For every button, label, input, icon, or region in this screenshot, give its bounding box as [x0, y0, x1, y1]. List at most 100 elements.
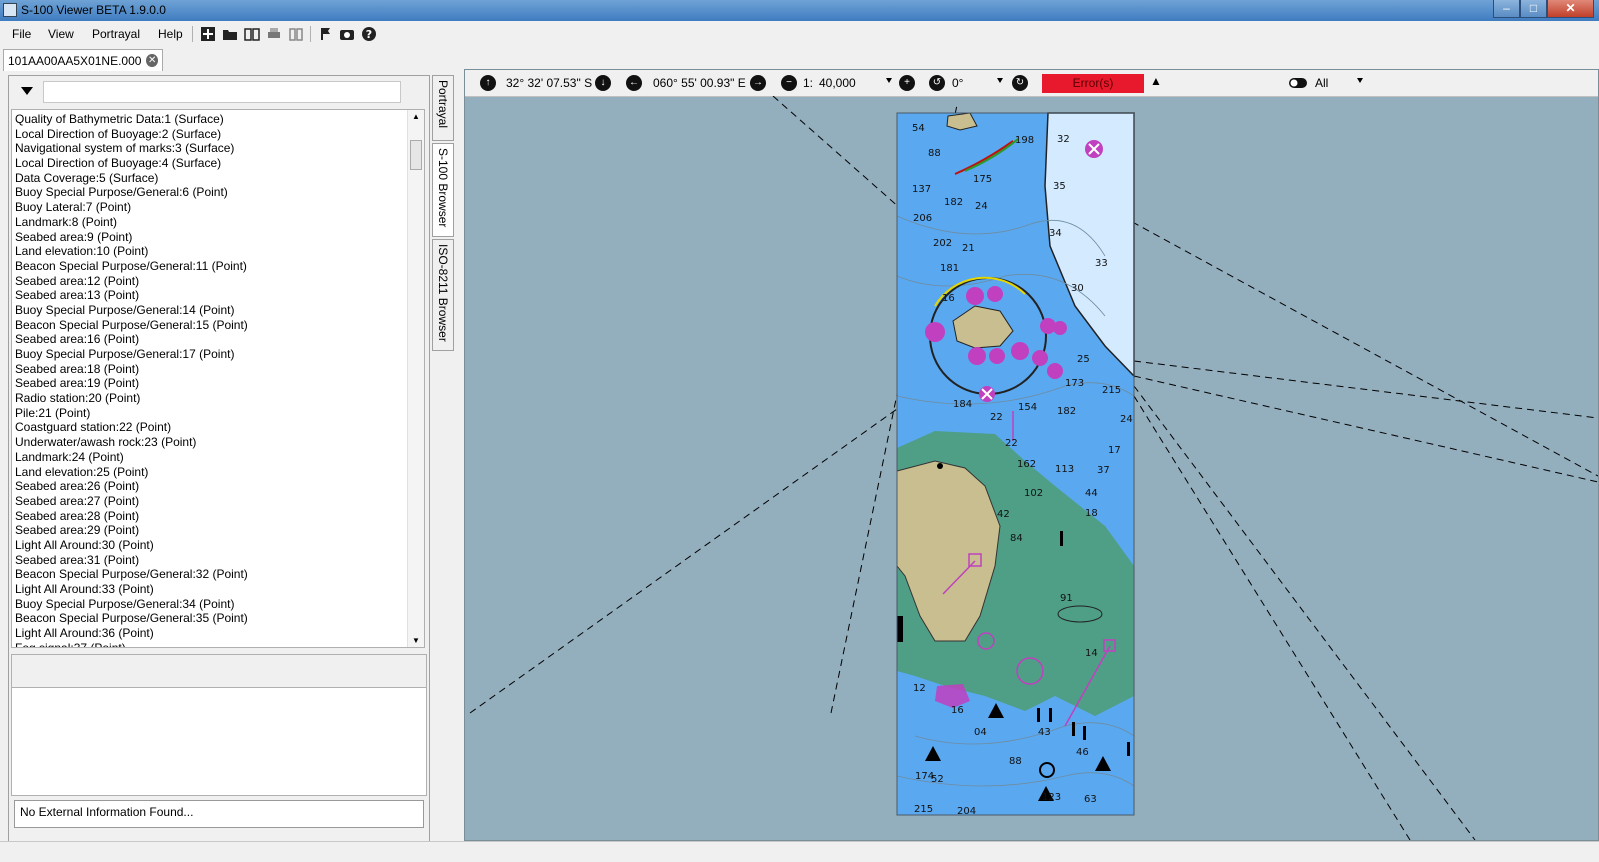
scale-dropdown-icon[interactable] — [886, 78, 892, 83]
sounding-label: 14 — [1085, 648, 1098, 659]
help-icon[interactable]: ? — [360, 25, 378, 43]
zoom-out-icon[interactable]: − — [781, 75, 797, 91]
close-window-button[interactable]: ✕ — [1547, 0, 1594, 18]
open-book-icon[interactable] — [243, 25, 261, 43]
minimize-button[interactable]: – — [1493, 0, 1520, 18]
close-tab-icon[interactable]: ✕ — [146, 54, 158, 67]
list-item[interactable]: Seabed area:29 (Point) — [15, 523, 424, 538]
error-indicator[interactable]: Error(s) — [1042, 74, 1144, 93]
list-item[interactable]: Local Direction of Buoyage:4 (Surface) — [15, 156, 424, 171]
list-item[interactable]: Beacon Special Purpose/General:11 (Point… — [15, 259, 424, 274]
list-item[interactable]: Buoy Special Purpose/General:34 (Point) — [15, 597, 424, 612]
tab-s100-browser[interactable]: S-100 Browser — [432, 143, 454, 237]
list-item[interactable]: Fog signal:37 (Point) — [15, 641, 424, 647]
sounding-label: 04 — [974, 727, 987, 738]
sounding-label: 173 — [1065, 378, 1084, 389]
filter-input[interactable] — [43, 81, 401, 103]
list-item[interactable]: Light All Around:33 (Point) — [15, 582, 424, 597]
list-item[interactable]: Pile:21 (Point) — [15, 406, 424, 421]
zoom-in-icon[interactable]: + — [899, 75, 915, 91]
filter-dropdown-icon[interactable] — [1357, 78, 1363, 83]
sounding-label: 43 — [1038, 727, 1051, 738]
list-item[interactable]: Landmark:8 (Point) — [15, 215, 424, 230]
scale-select[interactable]: 40,000 — [819, 76, 856, 90]
dropdown-arrow-icon[interactable] — [21, 87, 33, 95]
map-view[interactable]: ↑ 32° 32' 07.53" S ↓ ← 060° 55' 00.93" E… — [464, 69, 1599, 841]
filter-select[interactable]: All — [1315, 76, 1328, 90]
list-item[interactable]: Beacon Special Purpose/General:15 (Point… — [15, 318, 424, 333]
print-icon[interactable] — [265, 25, 283, 43]
list-item[interactable]: Underwater/awash rock:23 (Point) — [15, 435, 424, 450]
list-item[interactable]: Beacon Special Purpose/General:32 (Point… — [15, 567, 424, 582]
sounding-label: 16 — [942, 293, 955, 304]
scroll-up-icon[interactable]: ▲ — [412, 112, 420, 121]
new-icon[interactable] — [199, 25, 217, 43]
sounding-label: 34 — [1049, 228, 1062, 239]
scroll-down-icon[interactable]: ▼ — [412, 636, 420, 645]
list-item[interactable]: Buoy Special Purpose/General:14 (Point) — [15, 303, 424, 318]
arrow-left-icon[interactable]: ← — [626, 75, 642, 91]
tab-portrayal-label: Portrayal — [436, 80, 450, 129]
scroll-thumb[interactable] — [410, 140, 422, 170]
catalogue-icon[interactable] — [287, 25, 305, 43]
sounding-label: 175 — [973, 174, 992, 185]
rotate-icon[interactable]: ↺ — [929, 75, 945, 91]
list-item[interactable]: Local Direction of Buoyage:2 (Surface) — [15, 127, 424, 142]
camera-icon[interactable] — [338, 25, 356, 43]
nautical-chart[interactable]: 54 88 137 182 206 24 21 202 181 16 175 198 32 35 34 33 3… — [465, 96, 1598, 840]
document-tab-label: 101AA00AA5X01NE.000 — [8, 53, 142, 68]
list-item[interactable]: Beacon Special Purpose/General:35 (Point… — [15, 611, 424, 626]
list-item[interactable]: Land elevation:25 (Point) — [15, 465, 424, 480]
list-item[interactable]: Seabed area:27 (Point) — [15, 494, 424, 509]
document-tab[interactable]: 101AA00AA5X01NE.000 ✕ — [3, 49, 163, 71]
reset-rotation-icon[interactable]: ↻ — [1012, 75, 1028, 91]
feature-list[interactable]: Quality of Bathymetric Data:1 (Surface) L… — [11, 109, 425, 648]
maximize-button[interactable]: □ — [1520, 0, 1547, 18]
arrow-up-icon[interactable]: ↑ — [480, 75, 496, 91]
list-item[interactable]: Quality of Bathymetric Data:1 (Surface) — [15, 112, 424, 127]
sounding-label: 102 — [1024, 488, 1043, 499]
sounding-label: 35 — [1053, 181, 1066, 192]
sounding-label: 215 — [914, 804, 933, 815]
tab-iso8211-browser[interactable]: ISO-8211 Browser — [432, 239, 454, 351]
list-item[interactable]: Seabed area:13 (Point) — [15, 288, 424, 303]
list-item[interactable]: Light All Around:36 (Point) — [15, 626, 424, 641]
list-item[interactable]: Buoy Lateral:7 (Point) — [15, 200, 424, 215]
error-expand-icon[interactable]: ▲ — [1150, 74, 1162, 88]
flag-icon[interactable] — [316, 25, 334, 43]
menu-portrayal[interactable]: Portrayal — [92, 27, 140, 41]
menu-file[interactable]: File — [12, 27, 31, 41]
menu-bar: File View Portrayal Help ? — [0, 21, 1599, 47]
list-item[interactable]: Seabed area:19 (Point) — [15, 376, 424, 391]
list-item[interactable]: Seabed area:31 (Point) — [15, 553, 424, 568]
tab-portrayal[interactable]: Portrayal — [432, 75, 454, 141]
feature-list-scrollbar[interactable]: ▲ ▼ — [407, 110, 424, 647]
list-item[interactable]: Landmark:24 (Point) — [15, 450, 424, 465]
list-item[interactable]: Seabed area:9 (Point) — [15, 230, 424, 245]
list-item[interactable]: Light All Around:30 (Point) — [15, 538, 424, 553]
menu-help[interactable]: Help — [158, 27, 183, 41]
svg-text:?: ? — [366, 28, 372, 41]
list-item[interactable]: Seabed area:18 (Point) — [15, 362, 424, 377]
list-item[interactable]: Seabed area:26 (Point) — [15, 479, 424, 494]
list-item[interactable]: Seabed area:28 (Point) — [15, 509, 424, 524]
rotation-dropdown-icon[interactable] — [997, 78, 1003, 83]
list-item[interactable]: Coastguard station:22 (Point) — [15, 420, 424, 435]
list-item[interactable]: Buoy Special Purpose/General:6 (Point) — [15, 185, 424, 200]
status-bar — [0, 841, 1599, 862]
arrow-right-icon[interactable]: → — [750, 75, 766, 91]
list-item[interactable]: Data Coverage:5 (Surface) — [15, 171, 424, 186]
list-item[interactable]: Navigational system of marks:3 (Surface) — [15, 141, 424, 156]
list-item[interactable]: Seabed area:16 (Point) — [15, 332, 424, 347]
list-item[interactable]: Buoy Special Purpose/General:17 (Point) — [15, 347, 424, 362]
toggle-icon[interactable] — [1289, 78, 1307, 88]
app-icon — [3, 3, 17, 17]
list-item[interactable]: Seabed area:12 (Point) — [15, 274, 424, 289]
list-item[interactable]: Land elevation:10 (Point) — [15, 244, 424, 259]
rotation-select[interactable]: 0° — [952, 76, 963, 90]
list-item[interactable]: Radio station:20 (Point) — [15, 391, 424, 406]
menu-view[interactable]: View — [48, 27, 74, 41]
sounding-label: 182 — [944, 197, 963, 208]
arrow-down-icon[interactable]: ↓ — [595, 75, 611, 91]
open-folder-icon[interactable] — [221, 25, 239, 43]
